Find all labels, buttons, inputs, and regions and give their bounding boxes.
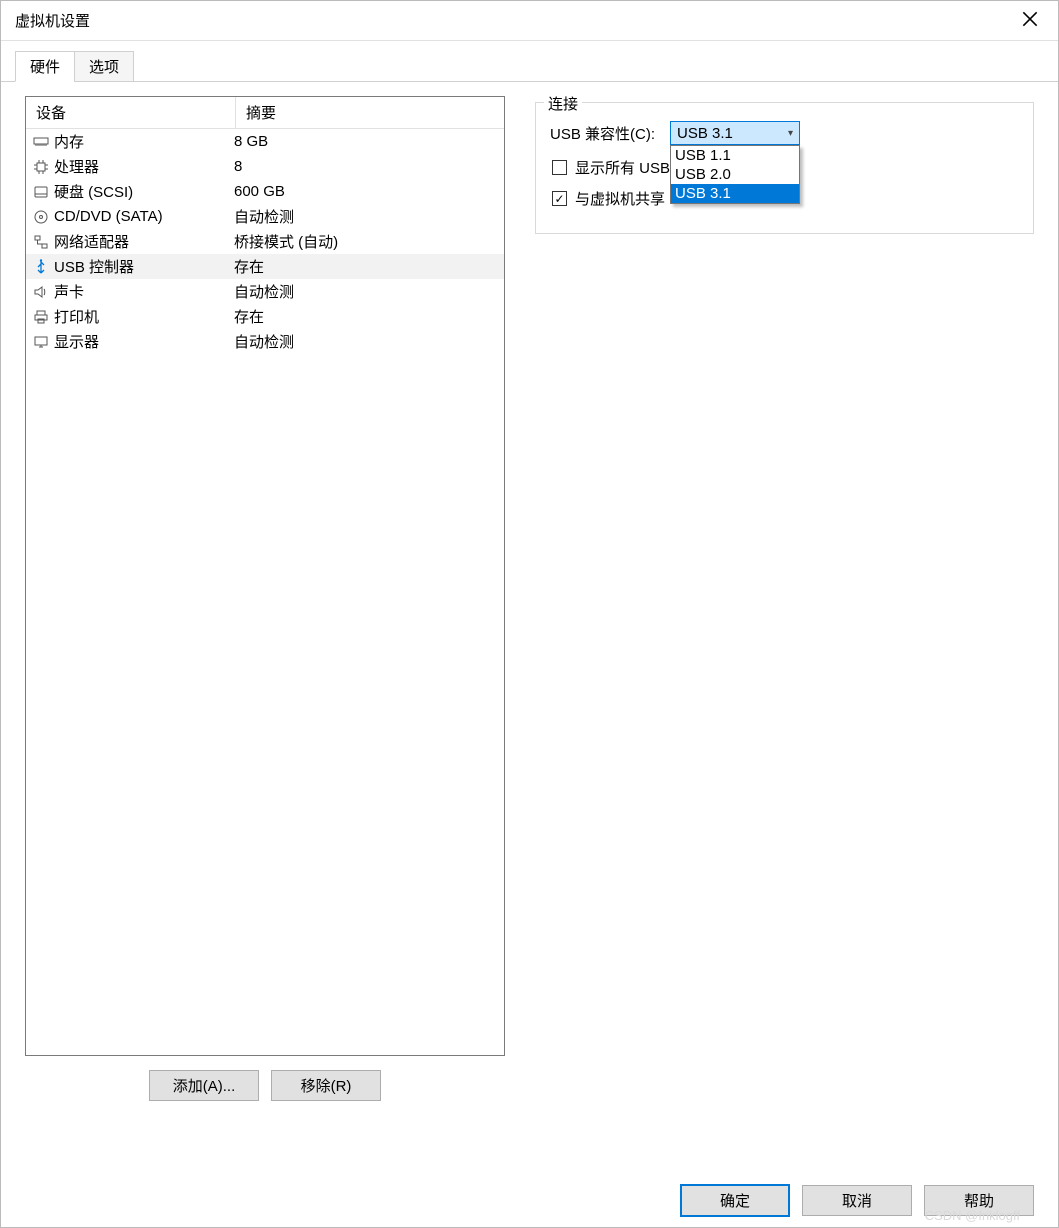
list-item[interactable]: 硬盘 (SCSI)600 GB [26, 179, 504, 204]
device-label: 打印机 [54, 306, 234, 327]
device-buttons: 添加(A)... 移除(R) [25, 1070, 505, 1101]
device-summary: 自动检测 [234, 281, 498, 302]
share-checkbox[interactable]: ✓ [552, 191, 567, 206]
compat-row: USB 兼容性(C): USB 3.1 ▾ USB 1.1USB 2.0USB … [550, 121, 1019, 145]
cd-icon [32, 208, 50, 226]
settings-pane: 连接 USB 兼容性(C): USB 3.1 ▾ USB 1.1USB 2.0U… [535, 96, 1034, 1101]
content-area: 设备 摘要 内存8 GB处理器8硬盘 (SCSI)600 GBCD/DVD (S… [1, 82, 1058, 1115]
device-pane: 设备 摘要 内存8 GB处理器8硬盘 (SCSI)600 GBCD/DVD (S… [25, 96, 505, 1101]
chevron-down-icon: ▾ [788, 128, 793, 139]
connection-group: 连接 USB 兼容性(C): USB 3.1 ▾ USB 1.1USB 2.0U… [535, 102, 1034, 234]
device-label: 硬盘 (SCSI) [54, 181, 234, 202]
combo-selected-value: USB 3.1 [677, 125, 733, 142]
display-icon [32, 333, 50, 351]
device-list: 设备 摘要 内存8 GB处理器8硬盘 (SCSI)600 GBCD/DVD (S… [25, 96, 505, 1056]
list-item[interactable]: USB 控制器存在 [26, 254, 504, 279]
compat-combo-wrap: USB 3.1 ▾ USB 1.1USB 2.0USB 3.1 [670, 121, 800, 145]
printer-icon [32, 308, 50, 326]
device-label: USB 控制器 [54, 256, 234, 277]
usb-compat-dropdown[interactable]: USB 1.1USB 2.0USB 3.1 [670, 145, 800, 204]
device-label: 声卡 [54, 281, 234, 302]
tab-hardware[interactable]: 硬件 [15, 51, 75, 82]
show-all-checkbox[interactable] [552, 160, 567, 175]
list-item[interactable]: 打印机存在 [26, 304, 504, 329]
header-device[interactable]: 设备 [26, 97, 236, 128]
device-summary: 8 [234, 158, 498, 175]
device-list-body: 内存8 GB处理器8硬盘 (SCSI)600 GBCD/DVD (SATA)自动… [26, 129, 504, 354]
device-summary: 存在 [234, 306, 498, 327]
network-icon [32, 233, 50, 251]
device-label: 处理器 [54, 156, 234, 177]
window-title: 虚拟机设置 [15, 10, 90, 31]
combo-option[interactable]: USB 2.0 [671, 165, 799, 184]
tab-bar: 硬件 选项 [1, 41, 1058, 82]
usb-icon [32, 258, 50, 276]
device-summary: 自动检测 [234, 206, 498, 227]
combo-option[interactable]: USB 3.1 [671, 184, 799, 203]
titlebar: 虚拟机设置 [1, 1, 1058, 41]
combo-option[interactable]: USB 1.1 [671, 146, 799, 165]
vm-settings-window: 虚拟机设置 硬件 选项 设备 摘要 内存8 GB处理器8硬盘 (SCSI)600… [0, 0, 1059, 1228]
disk-icon [32, 183, 50, 201]
device-label: 内存 [54, 131, 234, 152]
device-label: CD/DVD (SATA) [54, 208, 234, 225]
list-item[interactable]: 显示器自动检测 [26, 329, 504, 354]
close-button[interactable] [1002, 1, 1058, 41]
add-button[interactable]: 添加(A)... [149, 1070, 259, 1101]
device-label: 网络适配器 [54, 231, 234, 252]
device-summary: 桥接模式 (自动) [234, 231, 498, 252]
list-item[interactable]: 处理器8 [26, 154, 504, 179]
device-list-header: 设备 摘要 [26, 97, 504, 129]
header-summary[interactable]: 摘要 [236, 97, 504, 128]
device-summary: 自动检测 [234, 331, 498, 352]
cpu-icon [32, 158, 50, 176]
device-summary: 8 GB [234, 133, 498, 150]
list-item[interactable]: CD/DVD (SATA)自动检测 [26, 204, 504, 229]
ok-button[interactable]: 确定 [680, 1184, 790, 1217]
share-label: 与虚拟机共享 [575, 188, 665, 209]
list-item[interactable]: 内存8 GB [26, 129, 504, 154]
usb-compat-combo[interactable]: USB 3.1 ▾ [670, 121, 800, 145]
remove-button[interactable]: 移除(R) [271, 1070, 381, 1101]
device-label: 显示器 [54, 331, 234, 352]
help-button[interactable]: 帮助 [924, 1185, 1034, 1216]
cancel-button[interactable]: 取消 [802, 1185, 912, 1216]
close-icon [1022, 11, 1038, 31]
list-item[interactable]: 声卡自动检测 [26, 279, 504, 304]
device-summary: 600 GB [234, 183, 498, 200]
group-legend: 连接 [544, 93, 582, 114]
compat-label: USB 兼容性(C): [550, 123, 670, 144]
device-summary: 存在 [234, 256, 498, 277]
memory-icon [32, 133, 50, 151]
sound-icon [32, 283, 50, 301]
tab-options[interactable]: 选项 [74, 51, 134, 82]
show-all-label: 显示所有 USB [575, 157, 670, 178]
dialog-buttons: 确定 取消 帮助 [1, 1173, 1058, 1227]
list-item[interactable]: 网络适配器桥接模式 (自动) [26, 229, 504, 254]
